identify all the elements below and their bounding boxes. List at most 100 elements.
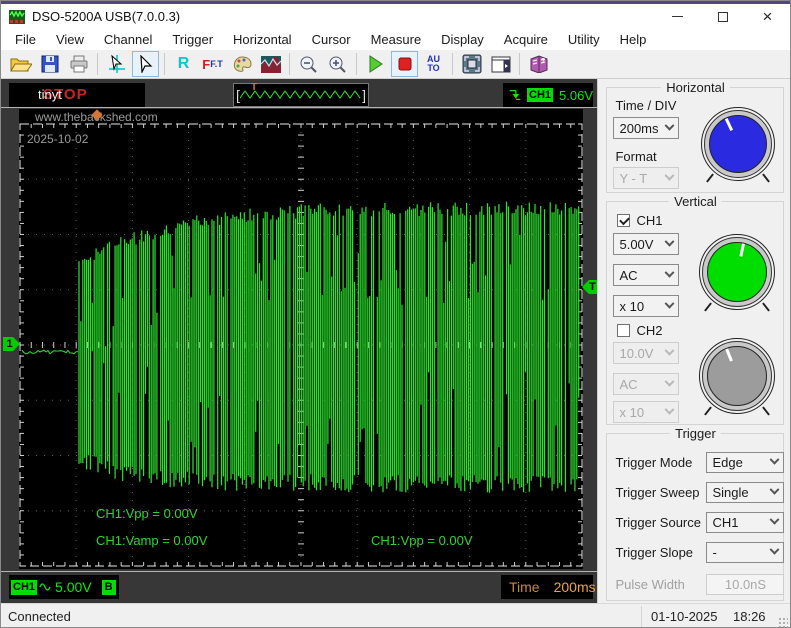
ch2-checkbox[interactable] (617, 324, 630, 337)
menu-item-display[interactable]: Display (431, 30, 494, 49)
waveform-preview[interactable]: T [ ] (233, 83, 369, 107)
open-button[interactable] (7, 51, 34, 77)
trigger-mode-select[interactable]: Edge (706, 452, 784, 473)
trigger-group-title: Trigger (670, 426, 721, 441)
horizontal-group-title: Horizontal (661, 80, 730, 95)
toolbar: R FF.T AUTO ? (1, 50, 790, 79)
maximize-button[interactable] (700, 4, 745, 29)
ch1-scale-readout: CH1 5.00V B (9, 575, 119, 599)
ch1-probe-select[interactable]: x 10 (613, 295, 679, 317)
horizontal-knob[interactable] (701, 107, 775, 181)
measurement-text: CH1:Vamp = 0.00V (96, 533, 208, 548)
menu-item-horizontal[interactable]: Horizontal (223, 30, 302, 49)
stop-icon (398, 57, 412, 71)
pointer-arrow-icon (138, 55, 154, 73)
display-settings-button[interactable] (228, 51, 255, 77)
trigger-slope-select[interactable]: - (706, 542, 784, 563)
fft-icon: F (202, 57, 210, 72)
help-button[interactable]: ? (525, 51, 552, 77)
start-button[interactable] (362, 51, 389, 77)
trigger-row-label: Trigger Mode (615, 455, 692, 470)
fullscreen-button[interactable] (458, 51, 485, 77)
menu-item-utility[interactable]: Utility (558, 30, 610, 49)
menu-item-trigger[interactable]: Trigger (162, 30, 223, 49)
format-label: Format (615, 149, 656, 164)
chevron-down-icon (665, 170, 675, 180)
reference-r-icon: R (178, 55, 190, 73)
ch1-checkbox[interactable] (617, 214, 630, 227)
menu-item-measure[interactable]: Measure (361, 30, 432, 49)
pulse-width-label: Pulse Width (615, 577, 684, 592)
waveform-view-button[interactable] (257, 51, 284, 77)
preview-bracket-right: ] (362, 85, 366, 105)
control-panel: Horizontal Time / DIV 200ms Format Y - T… (597, 79, 790, 603)
ch1-vertical-knob[interactable] (699, 234, 775, 310)
zoom-in-button[interactable] (324, 51, 351, 77)
menu-item-channel[interactable]: Channel (94, 30, 162, 49)
panel-toggle-button[interactable] (487, 51, 514, 77)
auto-icon: AUTO (427, 55, 440, 73)
trigger-sweep-select[interactable]: Single (706, 482, 784, 503)
status-time: 18:26 (733, 609, 766, 624)
vertical-group: Vertical CH1 5.00V AC x 10 CH2 10.0V AC … (606, 201, 784, 425)
ch2-volts-select: 10.0V (613, 342, 679, 364)
trigger-position-marker[interactable]: T (582, 280, 599, 294)
timebase-readout: Time 200ms (501, 575, 593, 599)
ch1-coupling-select[interactable]: AC (613, 264, 679, 286)
chevron-down-icon (665, 120, 675, 130)
toolbar-separator (164, 53, 165, 75)
menubar: FileViewChannelTriggerHorizontalCursorMe… (1, 29, 790, 50)
ch2-checkbox-label: CH2 (636, 323, 662, 338)
trigger-level-readout: CH1 5.06V (503, 83, 593, 107)
ch1-volts-select[interactable]: 5.00V (613, 233, 679, 255)
save-button[interactable] (36, 51, 63, 77)
chevron-down-icon (665, 345, 675, 355)
trigger-channel-badge: CH1 (527, 88, 553, 102)
auto-button[interactable]: AUTO (420, 51, 447, 77)
time-div-label: Time / DIV (615, 98, 676, 113)
toolbar-separator (289, 53, 290, 75)
printer-icon (69, 55, 89, 73)
trigger-row-label: Trigger Slope (615, 545, 693, 560)
ch1-badge: CH1 (11, 580, 37, 595)
stop-button[interactable] (391, 51, 418, 77)
ch2-probe-select: x 10 (613, 401, 679, 423)
chevron-down-icon (665, 267, 675, 277)
waveform-icon (261, 56, 281, 73)
measurement-text: CH1:Vpp = 0.00V (96, 506, 198, 521)
pointer-button[interactable] (132, 51, 159, 77)
capture-date-label: 2025-10-02 (27, 132, 89, 146)
menu-item-help[interactable]: Help (610, 30, 657, 49)
zoom-out-button[interactable] (295, 51, 322, 77)
scope-display[interactable]: www.thebackshed.com2025-10-02CH1:Vpp = 0… (19, 109, 583, 569)
menu-item-file[interactable]: File (5, 30, 46, 49)
menu-item-acquire[interactable]: Acquire (494, 30, 558, 49)
scope-graticule-and-trace: www.thebackshed.com2025-10-02CH1:Vpp = 0… (19, 109, 583, 569)
svg-text:?: ? (541, 58, 545, 65)
minimize-button[interactable] (655, 4, 700, 29)
time-div-select[interactable]: 200ms (613, 117, 679, 139)
chevron-down-icon (770, 515, 780, 525)
trigger-voltage-value: 5.06V (559, 88, 593, 103)
format-select: Y - T (613, 167, 679, 189)
ch1-ground-marker[interactable]: 1 (3, 337, 20, 351)
close-button[interactable]: × (745, 4, 790, 29)
toolbar-separator (97, 53, 98, 75)
ch2-vertical-knob[interactable] (699, 338, 775, 414)
print-button[interactable] (65, 51, 92, 77)
preview-waveform (240, 84, 362, 106)
ch1-volts-div-value: 5.00V (55, 579, 92, 595)
trigger-source-select[interactable]: CH1 (706, 512, 784, 533)
resize-grip[interactable] (778, 617, 788, 627)
cursor-measure-button[interactable] (103, 51, 130, 77)
fft-button[interactable]: FF.T (199, 51, 226, 77)
menu-item-view[interactable]: View (46, 30, 94, 49)
menu-item-cursor[interactable]: Cursor (302, 30, 361, 49)
ch2-coupling-select: AC (613, 373, 679, 395)
palette-icon (232, 55, 252, 73)
time-label: Time (509, 579, 540, 595)
reference-button[interactable]: R (170, 51, 197, 77)
open-folder-icon (10, 55, 32, 73)
window-title: DSO-5200A USB(7.0.0.3) (32, 9, 180, 24)
divider (1, 107, 597, 108)
